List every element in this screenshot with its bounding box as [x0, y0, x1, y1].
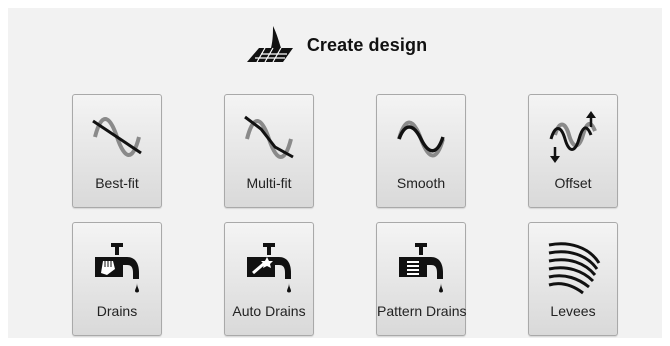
header: Create design [8, 22, 662, 66]
drain-wand-icon [239, 235, 299, 295]
drains-label: Drains [96, 303, 138, 319]
drain-pattern-icon [391, 235, 451, 295]
multi-fit-button[interactable]: Multi-fit [224, 94, 314, 208]
auto-drains-label: Auto Drains [232, 303, 306, 319]
drains-button[interactable]: Drains [72, 222, 162, 336]
levees-icon [543, 235, 603, 295]
levees-button[interactable]: Levees [528, 222, 618, 336]
best-fit-icon [87, 107, 147, 167]
best-fit-button[interactable]: Best-fit [72, 94, 162, 208]
design-plane-icon [243, 22, 299, 66]
smooth-button[interactable]: Smooth [376, 94, 466, 208]
create-design-panel: Create design Best-fit Multi-fit Smooth … [8, 8, 662, 338]
multi-fit-icon [239, 107, 299, 167]
pattern-drains-button[interactable]: Pattern Drains [376, 222, 466, 336]
offset-button[interactable]: Offset [528, 94, 618, 208]
auto-drains-button[interactable]: Auto Drains [224, 222, 314, 336]
multi-fit-label: Multi-fit [246, 175, 292, 191]
drain-hand-icon [87, 235, 147, 295]
page-title: Create design [306, 34, 428, 55]
offset-label: Offset [554, 175, 592, 191]
smooth-icon [391, 107, 451, 167]
levees-label: Levees [550, 303, 596, 319]
best-fit-label: Best-fit [95, 175, 139, 191]
offset-icon [543, 107, 603, 167]
pattern-drains-label: Pattern Drains [377, 303, 467, 319]
smooth-label: Smooth [396, 175, 446, 191]
